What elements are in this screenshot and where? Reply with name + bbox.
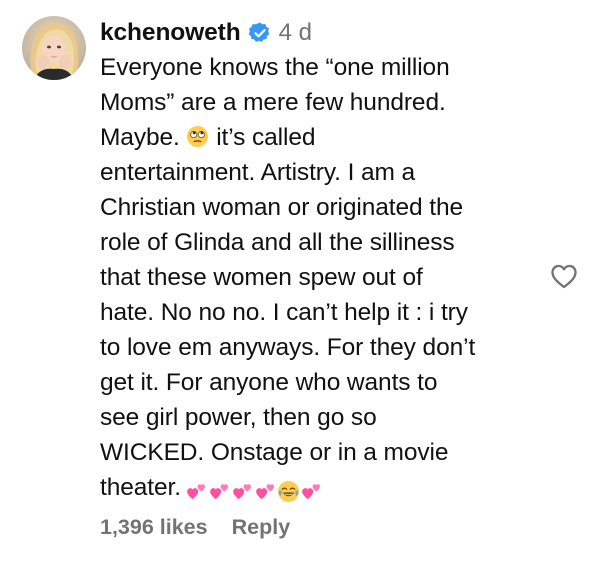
heart-outline-icon — [551, 264, 577, 289]
comment-footer: 1,396 likes Reply — [100, 515, 290, 540]
like-button[interactable] — [549, 261, 579, 291]
verified-badge-icon — [248, 21, 272, 45]
comment-line-suffix: it’s called — [216, 124, 316, 151]
comment-line: to love em anyways. For they don’t — [100, 334, 476, 361]
comment-line-text: theater. — [100, 474, 181, 501]
reply-button[interactable]: Reply — [232, 515, 291, 540]
comment-body: kchenoweth 4 d Everyone knows the “one m… — [100, 16, 540, 505]
comment-line: WICKED. Onstage or in a movie — [100, 439, 449, 466]
comment-line: that these women spew out of — [100, 264, 423, 291]
comment-line: Moms” are a mere few hundred. — [100, 89, 446, 116]
avatar-image — [22, 16, 86, 80]
comment-header: kchenoweth 4 d — [100, 16, 540, 50]
two-hearts-emoji — [185, 480, 207, 502]
emoji-run — [185, 474, 323, 509]
comment-line: entertainment. Artistry. I am a — [100, 159, 416, 186]
comment-line: role of Glinda and all the silliness — [100, 229, 455, 256]
two-hearts-emoji — [231, 480, 253, 502]
comment-line-with-emoji: Maybe. it’s called — [100, 120, 540, 155]
likes-count[interactable]: 1,396 likes — [100, 515, 208, 540]
comment-line: hate. No no no. I can’t help it : i try — [100, 299, 468, 326]
timestamp: 4 d — [278, 19, 312, 46]
face-with-rolling-eyes-emoji — [186, 125, 209, 148]
two-hearts-emoji — [208, 480, 230, 502]
username-link[interactable]: kchenoweth — [100, 19, 241, 47]
comment: kchenoweth 4 d Everyone knows the “one m… — [0, 0, 600, 569]
comment-line-last: theater. — [100, 470, 540, 505]
avatar[interactable] — [22, 16, 86, 80]
comment-line: Christian woman or originated the — [100, 194, 464, 221]
comment-line: get it. For anyone who wants to — [100, 369, 438, 396]
two-hearts-emoji — [300, 480, 322, 502]
comment-line: see girl power, then go so — [100, 404, 377, 431]
comment-line: Everyone knows the “one million — [100, 54, 450, 81]
two-hearts-emoji — [254, 480, 276, 502]
comment-text: Everyone knows the “one million Moms” ar… — [100, 50, 540, 505]
comment-line-prefix: Maybe. — [100, 124, 180, 151]
face-with-tears-of-joy-emoji — [277, 480, 299, 503]
